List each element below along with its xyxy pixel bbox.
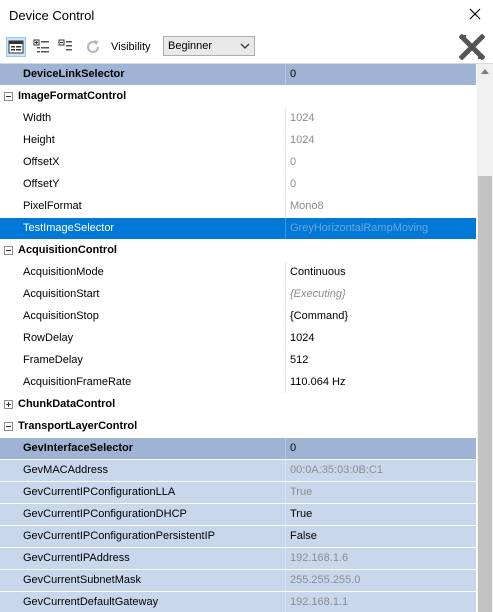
property-row[interactable]: GevCurrentIPAddress 192.168.1.6	[0, 548, 476, 570]
collapse-all-button[interactable]	[57, 37, 77, 57]
property-value[interactable]: {Command}	[285, 306, 476, 327]
property-row[interactable]: RowDelay 1024	[0, 328, 476, 350]
title-bar: Device Control	[0, 0, 493, 31]
property-value[interactable]: 1024	[285, 328, 476, 349]
property-row[interactable]: AcquisitionFrameRate 110.064 Hz	[0, 372, 476, 394]
property-name: GevCurrentIPConfigurationDHCP	[23, 508, 187, 520]
property-row[interactable]: GevCurrentIPConfigurationPersistentIP Fal…	[0, 526, 476, 548]
category-name: TransportLayerControl	[18, 420, 138, 432]
property-name: DeviceLinkSelector	[23, 68, 125, 80]
property-row[interactable]: PixelFormat Mono8	[0, 196, 476, 218]
vertical-scrollbar[interactable]	[477, 64, 493, 612]
visibility-label: Visibility	[111, 41, 151, 53]
property-row[interactable]: GevCurrentIPConfigurationDHCP True	[0, 504, 476, 526]
category-row[interactable]: ImageFormatControl	[0, 86, 476, 108]
scrollbar-thumb[interactable]	[478, 176, 492, 612]
visibility-value: Beginner	[168, 40, 213, 52]
property-name: PixelFormat	[23, 200, 82, 212]
property-name: FrameDelay	[23, 354, 83, 366]
property-row[interactable]: TestImageSelector GreyHorizontalRampMovin…	[0, 218, 476, 240]
property-name: AcquisitionStop	[23, 310, 99, 322]
window-title: Device Control	[9, 8, 95, 23]
property-row[interactable]: GevInterfaceSelector 0	[0, 438, 476, 460]
property-row[interactable]: GevMACAddress 00:0A:35:03:0B:C1	[0, 460, 476, 482]
refresh-button[interactable]	[83, 37, 103, 57]
property-row[interactable]: DeviceLinkSelector 0	[0, 64, 476, 86]
property-name: Width	[23, 112, 52, 124]
disconnect-icon[interactable]	[459, 34, 485, 60]
property-value[interactable]: 1024	[285, 130, 476, 151]
property-row[interactable]: AcquisitionMode Continuous	[0, 262, 476, 284]
expand-all-icon	[33, 39, 49, 53]
property-row[interactable]: GevCurrentDefaultGateway 192.168.1.1	[0, 592, 476, 612]
collapse-toggle-icon[interactable]	[4, 246, 13, 255]
expand-toggle-icon[interactable]	[4, 400, 13, 409]
property-value[interactable]: {Executing}	[285, 284, 476, 305]
property-value[interactable]: 512	[285, 350, 476, 371]
scroll-up-arrow-icon[interactable]	[481, 68, 489, 74]
property-value[interactable]: 0	[285, 174, 476, 195]
toolbar: Visibility Beginner	[0, 31, 493, 64]
property-value[interactable]: 192.168.1.1	[285, 592, 476, 612]
property-value[interactable]: False	[285, 526, 476, 547]
category-name: AcquisitionControl	[18, 244, 117, 256]
property-value[interactable]: 110.064 Hz	[285, 372, 476, 393]
property-value[interactable]: 0	[285, 64, 476, 85]
property-name: GevCurrentSubnetMask	[23, 574, 141, 586]
property-name: OffsetY	[23, 178, 60, 190]
property-grid: DeviceLinkSelector 0 ImageFormatControl Wid…	[0, 64, 476, 612]
property-value[interactable]: 1024	[285, 108, 476, 129]
property-value[interactable]: True	[285, 504, 476, 525]
property-name: GevCurrentDefaultGateway	[23, 596, 159, 608]
property-row[interactable]: AcquisitionStart {Executing}	[0, 284, 476, 306]
collapse-toggle-icon[interactable]	[4, 92, 13, 101]
property-name: GevInterfaceSelector	[23, 442, 134, 454]
collapse-all-icon	[58, 39, 72, 51]
property-value[interactable]: 00:0A:35:03:0B:C1	[285, 460, 476, 481]
refresh-icon	[87, 40, 100, 53]
expand-all-button[interactable]	[32, 37, 52, 57]
property-row[interactable]: FrameDelay 512	[0, 350, 476, 372]
property-name: TestImageSelector	[23, 222, 115, 234]
property-value[interactable]: 255.255.255.0	[285, 570, 476, 591]
property-name: GevMACAddress	[23, 464, 108, 476]
property-name: GevCurrentIPAddress	[23, 552, 130, 564]
property-name: AcquisitionMode	[23, 266, 104, 278]
categorized-view-icon	[8, 40, 24, 54]
property-name: Height	[23, 134, 55, 146]
categorized-view-button[interactable]	[6, 37, 26, 57]
property-row[interactable]: Width 1024	[0, 108, 476, 130]
category-name: ImageFormatControl	[18, 90, 127, 102]
property-name: OffsetX	[23, 156, 60, 168]
property-name: RowDelay	[23, 332, 74, 344]
property-name: GevCurrentIPConfigurationLLA	[23, 486, 176, 498]
category-row[interactable]: ChunkDataControl	[0, 394, 476, 416]
property-row[interactable]: OffsetY 0	[0, 174, 476, 196]
category-name: ChunkDataControl	[18, 398, 116, 410]
property-row[interactable]: GevCurrentIPConfigurationLLA True	[0, 482, 476, 504]
collapse-toggle-icon[interactable]	[4, 422, 13, 431]
property-row[interactable]: Height 1024	[0, 130, 476, 152]
property-value[interactable]: 192.168.1.6	[285, 548, 476, 569]
property-value[interactable]: GreyHorizontalRampMoving	[285, 218, 476, 239]
property-value[interactable]: 0	[285, 438, 476, 459]
property-name: AcquisitionStart	[23, 288, 100, 300]
property-value[interactable]: True	[285, 482, 476, 503]
chevron-down-icon	[240, 43, 250, 49]
property-row[interactable]: AcquisitionStop {Command}	[0, 306, 476, 328]
property-value[interactable]: Continuous	[285, 262, 476, 283]
category-row[interactable]: TransportLayerControl	[0, 416, 476, 438]
property-value[interactable]: Mono8	[285, 196, 476, 217]
close-icon[interactable]	[467, 6, 483, 22]
property-row[interactable]: OffsetX 0	[0, 152, 476, 174]
property-row[interactable]: GevCurrentSubnetMask 255.255.255.0	[0, 570, 476, 592]
property-name: AcquisitionFrameRate	[23, 376, 132, 388]
category-row[interactable]: AcquisitionControl	[0, 240, 476, 262]
visibility-select[interactable]: Beginner	[163, 36, 255, 56]
property-value[interactable]: 0	[285, 152, 476, 173]
property-name: GevCurrentIPConfigurationPersistentIP	[23, 530, 215, 542]
